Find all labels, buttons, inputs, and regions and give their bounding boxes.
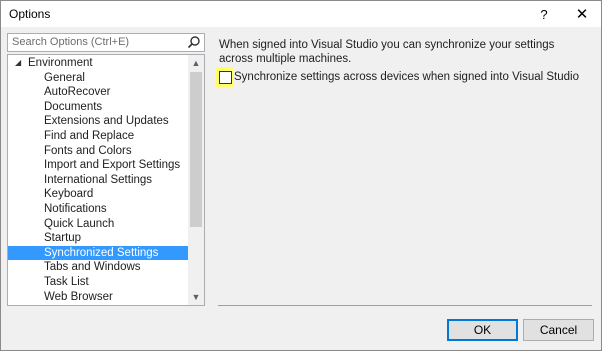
tree-node-label: Import and Export Settings — [44, 159, 181, 172]
tree-node-label: Tabs and Windows — [44, 261, 141, 274]
tree-node-label: Task List — [44, 276, 89, 288]
tree-node-label: Find and Replace — [44, 130, 135, 142]
tree-node-international-settings[interactable]: International Settings — [8, 173, 188, 188]
tree-scrollbar[interactable]: ▲ ▼ — [188, 55, 204, 305]
scroll-thumb[interactable] — [190, 72, 202, 227]
tree-node-task-list[interactable]: Task List — [8, 275, 188, 290]
tree-node-autorecover[interactable]: AutoRecover — [8, 85, 188, 100]
tree-node-label: International Settings — [44, 173, 153, 186]
sync-description: When signed into Visual Studio you can s… — [219, 39, 555, 65]
tree-node-label: Extensions and Updates — [44, 115, 169, 128]
divider — [218, 305, 592, 306]
sync-checkbox[interactable] — [219, 71, 232, 84]
close-button[interactable]: ✕ — [563, 1, 601, 27]
tree-node-label: Environment — [28, 57, 93, 69]
options-dialog: Options ? ✕ Search Options (Ctrl+E) ◢ Env… — [0, 0, 602, 351]
tree-node-tabs-and-windows[interactable]: Tabs and Windows — [8, 260, 188, 275]
scroll-up-icon[interactable]: ▲ — [188, 55, 204, 71]
tree-node-label: Quick Launch — [44, 217, 115, 230]
tree-node-label: Documents — [44, 100, 103, 113]
tree-node-label: General — [44, 71, 85, 84]
search-input[interactable]: Search Options (Ctrl+E) — [7, 33, 205, 52]
tree-node-import-and-export-settings[interactable]: Import and Export Settings — [8, 158, 188, 173]
tree-node-find-and-replace[interactable]: Find and Replace — [8, 129, 188, 144]
tree-node-label: Keyboard — [44, 188, 94, 201]
tree-node-label: Web Browser — [44, 290, 113, 303]
window-title: Options — [9, 7, 51, 21]
tree-node-label: Fonts and Colors — [44, 144, 132, 157]
ok-button[interactable]: OK — [447, 319, 518, 341]
search-placeholder: Search Options (Ctrl+E) — [12, 36, 130, 48]
tree-node-fonts-and-colors[interactable]: Fonts and Colors — [8, 144, 188, 159]
tree-node-keyboard[interactable]: Keyboard — [8, 187, 188, 202]
tree-node-label: Synchronized Settings — [44, 246, 159, 259]
tree-node-label: AutoRecover — [44, 86, 111, 99]
tree-node-extensions-and-updates[interactable]: Extensions and Updates — [8, 114, 188, 129]
tree-node-web-browser[interactable]: Web Browser — [8, 290, 188, 305]
options-tree: ◢ Environment General AutoRecover Documents E… — [7, 54, 205, 306]
title-bar: Options ? ✕ — [1, 1, 601, 27]
tree-node-quick-launch[interactable]: Quick Launch — [8, 217, 188, 232]
search-icon[interactable] — [187, 35, 201, 49]
tree-node-environment[interactable]: ◢ Environment — [8, 56, 188, 71]
scroll-down-icon[interactable]: ▼ — [188, 289, 204, 305]
sync-checkbox-label[interactable]: Synchronize settings across devices when… — [234, 71, 579, 83]
tree-node-label: Startup — [44, 232, 82, 245]
expand-arrow-icon[interactable]: ◢ — [15, 56, 21, 71]
tree-node-startup[interactable]: Startup — [8, 231, 188, 246]
tree-node-general[interactable]: General — [8, 71, 188, 86]
tree-node-documents[interactable]: Documents — [8, 100, 188, 115]
tree-node-label: Notifications — [44, 203, 107, 215]
help-button[interactable]: ? — [525, 1, 563, 27]
tree-node-notifications[interactable]: Notifications — [8, 202, 188, 217]
tree-node-synchronized-settings[interactable]: Synchronized Settings — [8, 245, 188, 261]
cancel-button[interactable]: Cancel — [523, 319, 594, 341]
